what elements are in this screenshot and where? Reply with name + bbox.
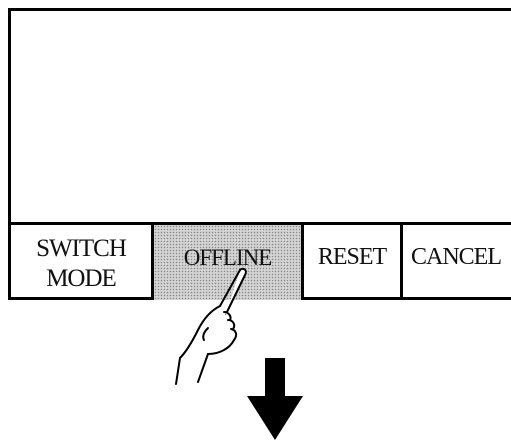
display-area xyxy=(11,11,511,222)
switch-mode-label-line1: SWITCH xyxy=(36,234,127,262)
touch-screen: SWITCH MODE OFFLINE RESET CANCEL xyxy=(8,8,511,300)
softkey-bar: SWITCH MODE OFFLINE RESET CANCEL xyxy=(11,222,511,300)
reset-label: RESET xyxy=(317,244,387,270)
reset-button[interactable]: RESET xyxy=(304,225,403,300)
cancel-label: CANCEL xyxy=(411,244,502,270)
switch-mode-button[interactable]: SWITCH MODE xyxy=(11,225,154,300)
cancel-button[interactable]: CANCEL xyxy=(403,225,511,300)
switch-mode-label-line2: MODE xyxy=(46,264,117,292)
down-arrow-icon xyxy=(247,358,303,440)
